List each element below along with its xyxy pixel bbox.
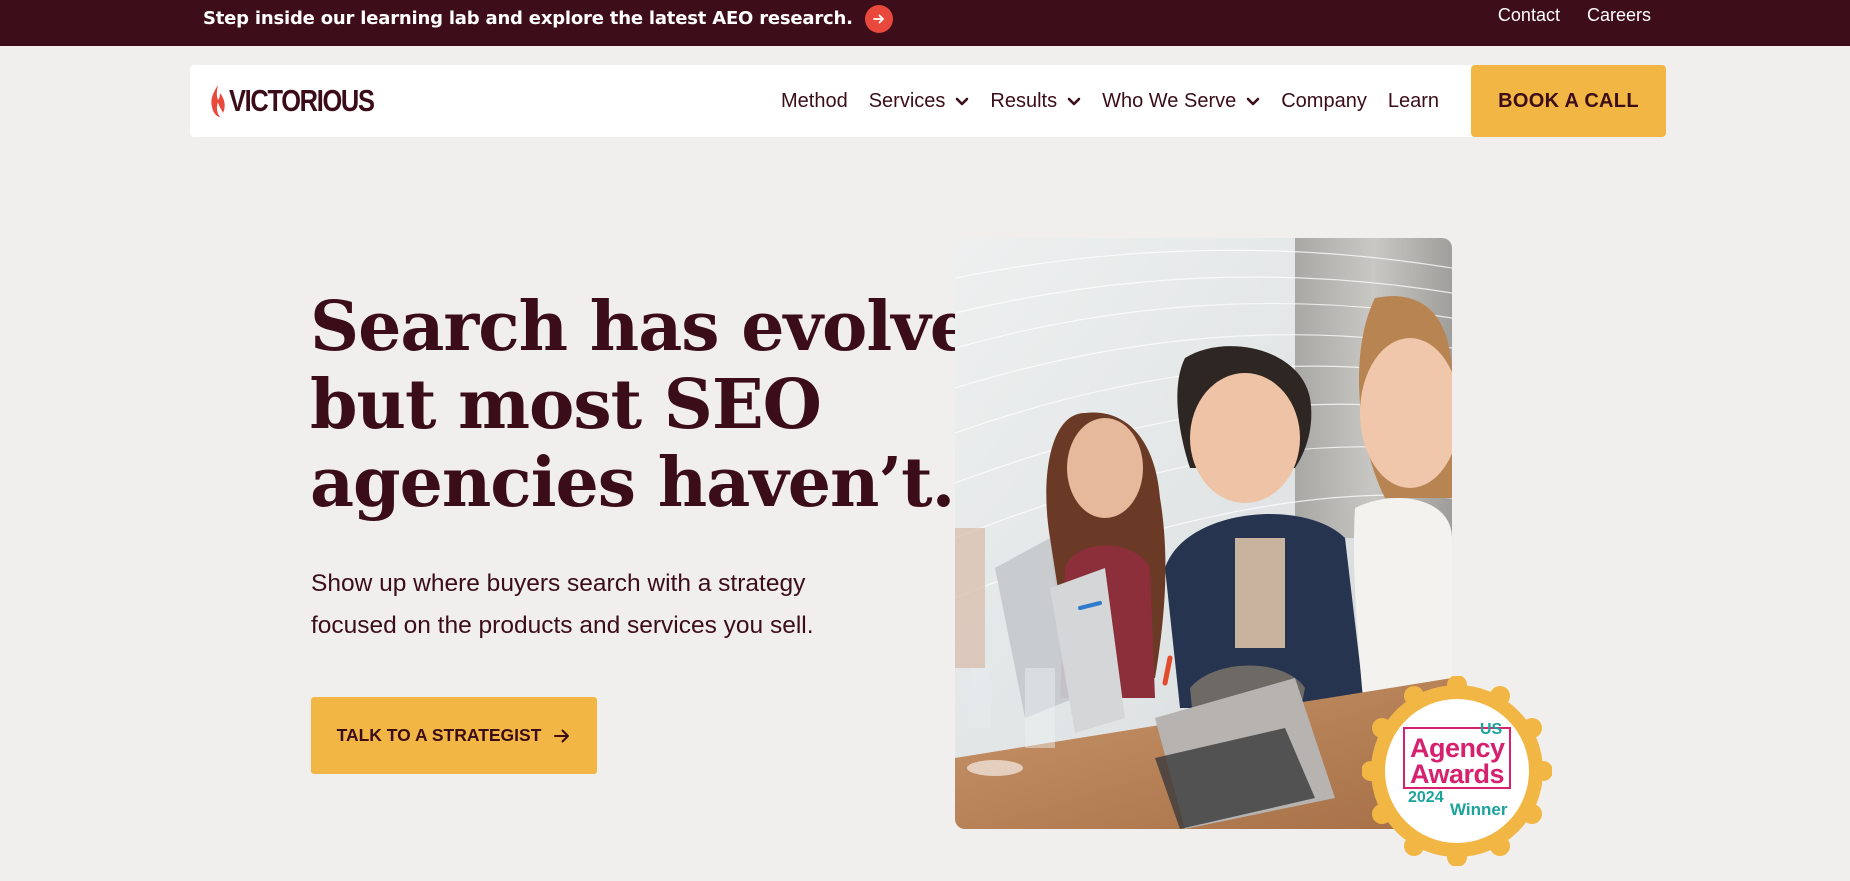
badge-line2: Awards — [1410, 759, 1505, 789]
main-nav: VICTORIOUS Method Services Results Who W… — [190, 65, 1666, 137]
agency-awards-badge: US Agency Awards 2024 Winner — [1362, 676, 1552, 866]
badge-year: 2024 — [1408, 789, 1444, 806]
headline-line: agencies haven’t. — [310, 443, 955, 523]
nav-item-method[interactable]: Method — [781, 90, 848, 113]
subtext-line: Show up where buyers search with a strat… — [311, 570, 806, 597]
nav-menu: Method Services Results Who We Serve Com… — [781, 65, 1439, 137]
nav-item-label: Services — [868, 89, 946, 112]
subtext-line: focused on the products and services you… — [311, 612, 814, 639]
nav-item-label: Results — [990, 89, 1058, 112]
announcement-text: Step inside our learning lab and explore… — [203, 7, 853, 29]
hero-subtext: Show up where buyers search with a strat… — [311, 563, 911, 647]
logo-text: VICTORIOUS — [229, 83, 375, 118]
hero-headline: Search has evolved, but most SEO agencie… — [310, 287, 1042, 523]
headline-line: but most SEO — [310, 365, 822, 445]
cta-label: TALK TO A STRATEGIST — [336, 725, 542, 745]
careers-link[interactable]: Careers — [1587, 5, 1651, 26]
nav-item-who-we-serve[interactable]: Who We Serve — [1102, 90, 1260, 113]
announcement-link[interactable]: Step inside our learning lab and explore… — [203, 0, 893, 36]
headline-line: Search has evolved, — [310, 287, 1042, 367]
arrow-right-icon[interactable] — [864, 4, 893, 33]
nav-item-label: Company — [1281, 89, 1367, 112]
chevron-down-icon — [955, 96, 969, 106]
contact-link[interactable]: Contact — [1498, 5, 1560, 26]
nav-item-label: Who We Serve — [1102, 89, 1237, 112]
flame-icon — [211, 85, 225, 117]
logo[interactable]: VICTORIOUS — [209, 83, 405, 119]
nav-item-learn[interactable]: Learn — [1388, 90, 1439, 113]
nav-item-label: Method — [780, 89, 848, 112]
book-a-call-button[interactable]: BOOK A CALL — [1471, 65, 1666, 137]
nav-item-results[interactable]: Results — [990, 90, 1081, 113]
badge-status: Winner — [1450, 800, 1508, 819]
nav-item-company[interactable]: Company — [1281, 90, 1367, 113]
chevron-down-icon — [1246, 96, 1260, 106]
top-links: Contact Careers — [1498, 0, 1651, 30]
talk-to-strategist-button[interactable]: TALK TO A STRATEGIST — [311, 697, 597, 774]
arrow-right-icon — [554, 729, 570, 742]
nav-item-label: Learn — [1387, 89, 1439, 112]
chevron-down-icon — [1067, 96, 1081, 106]
nav-item-services[interactable]: Services — [869, 90, 970, 113]
announcement-bar: Step inside our learning lab and explore… — [0, 0, 1850, 46]
